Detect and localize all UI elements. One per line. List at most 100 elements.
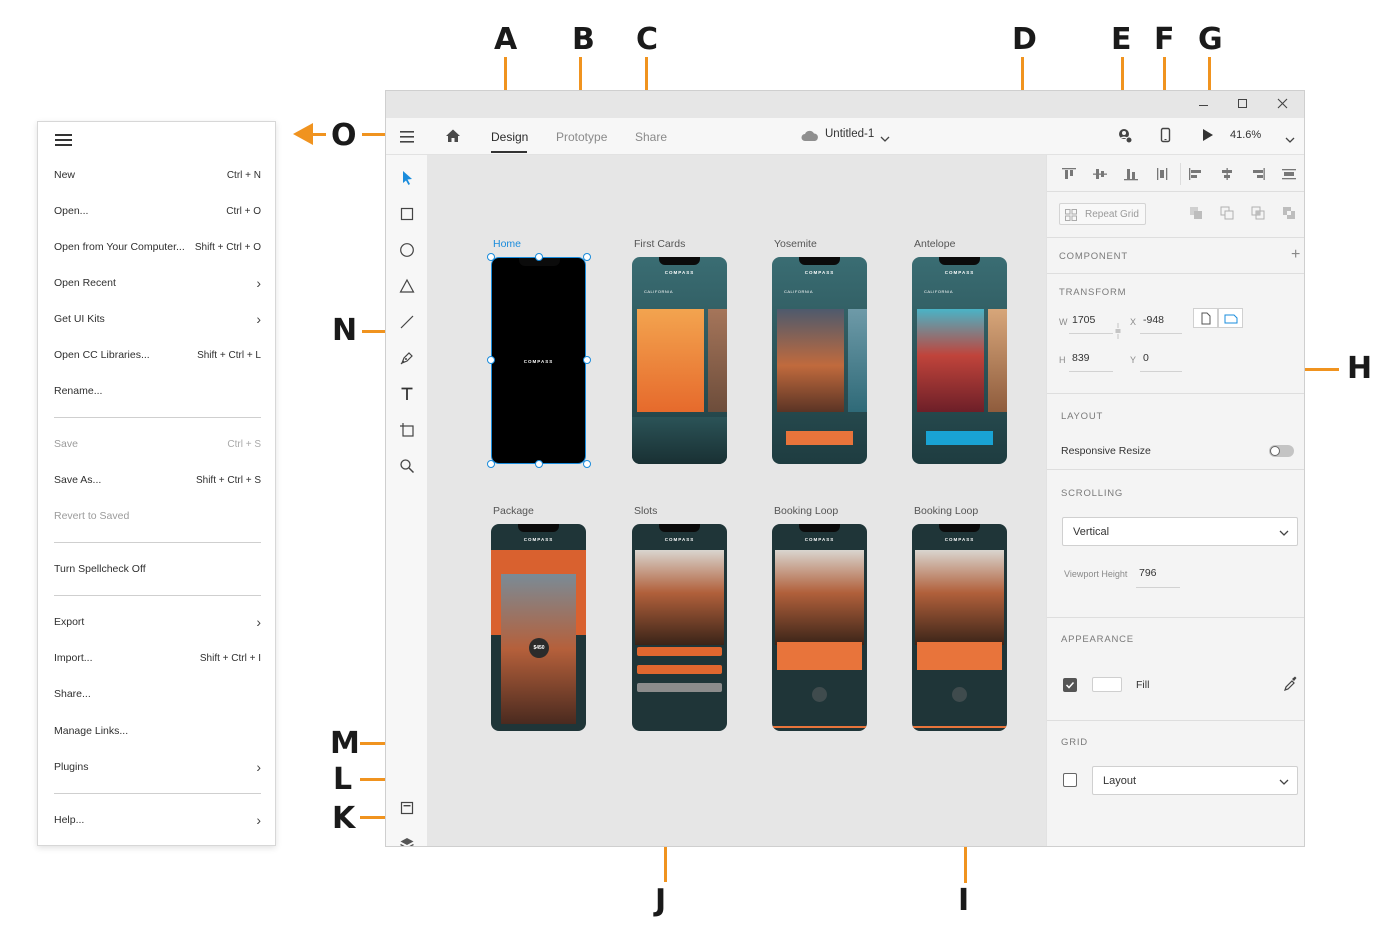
portrait-orientation-icon[interactable]	[1193, 308, 1218, 328]
menu-item-save-as[interactable]: Save As... Shift + Ctrl + S	[54, 470, 261, 490]
menu-item-new[interactable]: New Ctrl + N	[54, 165, 261, 185]
share-link-icon[interactable]	[1117, 128, 1133, 144]
menu-item-export[interactable]: Export ›	[54, 612, 261, 632]
menu-item-open-recent[interactable]: Open Recent ›	[54, 273, 261, 293]
artboard-yosemite[interactable]: COMPASS CALIFORNIA	[772, 257, 867, 464]
play-icon[interactable]	[1201, 128, 1215, 142]
align-bottom-icon[interactable]	[1123, 167, 1139, 186]
distribute-horizontal-icon[interactable]	[1281, 167, 1297, 186]
close-icon[interactable]	[1277, 97, 1289, 109]
rectangle-tool-icon[interactable]	[396, 203, 418, 225]
menu-item-rename[interactable]: Rename...	[54, 381, 261, 401]
align-right-icon[interactable]	[1250, 167, 1266, 186]
menu-label: Export	[54, 616, 85, 628]
artboard-booking-loop-2[interactable]: COMPASS	[912, 524, 1007, 731]
scrolling-select[interactable]: Vertical	[1062, 517, 1298, 546]
eyedropper-icon[interactable]	[1283, 676, 1297, 697]
artboard-slots[interactable]: COMPASS	[632, 524, 727, 731]
polygon-tool-icon[interactable]	[396, 275, 418, 297]
boolean-subtract-icon[interactable]	[1220, 206, 1234, 225]
artboard-label-booking-loop-2[interactable]: Booking Loop	[914, 505, 978, 517]
align-top-icon[interactable]	[1061, 167, 1077, 186]
maximize-icon[interactable]	[1237, 97, 1249, 109]
boolean-exclude-icon[interactable]	[1282, 206, 1296, 225]
minimize-icon[interactable]	[1198, 98, 1210, 110]
tab-share[interactable]: Share	[635, 130, 667, 144]
align-center-icon[interactable]	[1219, 167, 1235, 186]
align-left-icon[interactable]	[1188, 167, 1204, 186]
y-field[interactable]: 0	[1143, 352, 1149, 364]
fill-swatch[interactable]	[1092, 677, 1122, 692]
artboard-label-home[interactable]: Home	[493, 238, 521, 250]
selection-handle[interactable]	[487, 253, 495, 261]
landscape-orientation-icon[interactable]	[1218, 308, 1243, 328]
selection-handle[interactable]	[535, 460, 543, 468]
chevron-down-icon[interactable]	[880, 130, 890, 142]
selection-handle[interactable]	[583, 356, 591, 364]
menu-item-get-ui-kits[interactable]: Get UI Kits ›	[54, 309, 261, 329]
menu-item-open[interactable]: Open... Ctrl + O	[54, 201, 261, 221]
home-icon[interactable]	[445, 128, 461, 144]
lock-aspect-icon[interactable]	[1114, 322, 1122, 345]
repeat-grid-button[interactable]: Repeat Grid	[1059, 203, 1146, 225]
menu-item-plugins[interactable]: Plugins ›	[54, 757, 261, 777]
artboard-antelope[interactable]: COMPASS CALIFORNIA	[912, 257, 1007, 464]
line-tool-icon[interactable]	[396, 311, 418, 333]
select-tool-icon[interactable]	[396, 167, 418, 189]
text-tool-icon[interactable]	[396, 383, 418, 405]
selection-handle[interactable]	[535, 253, 543, 261]
boolean-intersect-icon[interactable]	[1251, 206, 1265, 225]
width-field[interactable]: 1705	[1072, 314, 1095, 326]
zoom-tool-icon[interactable]	[396, 455, 418, 477]
menu-item-help[interactable]: Help... ›	[54, 810, 261, 830]
fill-checkbox[interactable]	[1063, 678, 1077, 692]
ellipse-tool-icon[interactable]	[396, 239, 418, 261]
menu-item-save[interactable]: Save Ctrl + S	[54, 434, 261, 454]
selection-handle[interactable]	[583, 253, 591, 261]
boolean-add-icon[interactable]	[1189, 206, 1203, 225]
artboard-home[interactable]: COMPASS	[491, 257, 586, 464]
artboard-label-booking-loop[interactable]: Booking Loop	[774, 505, 838, 517]
hamburger-menu-icon[interactable]	[400, 130, 416, 144]
layers-panel-icon[interactable]	[396, 833, 418, 846]
responsive-resize-toggle[interactable]	[1269, 445, 1294, 457]
design-canvas[interactable]: Home First Cards Yosemite Antelope COMPA…	[428, 155, 1046, 846]
selection-handle[interactable]	[487, 460, 495, 468]
menu-item-spellcheck[interactable]: Turn Spellcheck Off	[54, 559, 261, 579]
artboard-tool-icon[interactable]	[396, 419, 418, 441]
x-field[interactable]: -948	[1143, 314, 1164, 326]
menu-divider	[54, 542, 261, 543]
tab-design[interactable]: Design	[491, 130, 528, 144]
zoom-level[interactable]: 41.6%	[1230, 129, 1261, 141]
menu-item-open-from-computer[interactable]: Open from Your Computer... Shift + Ctrl +…	[54, 237, 261, 257]
document-title[interactable]: Untitled-1	[825, 128, 874, 140]
artboard-label-slots[interactable]: Slots	[634, 505, 657, 517]
pen-tool-icon[interactable]	[396, 347, 418, 369]
artboard-label-antelope[interactable]: Antelope	[914, 238, 955, 250]
menu-item-manage-links[interactable]: Manage Links...	[54, 721, 261, 741]
grid-select[interactable]: Layout	[1092, 766, 1298, 795]
distribute-vertical-icon[interactable]	[1154, 167, 1170, 186]
menu-item-share[interactable]: Share...	[54, 684, 261, 704]
artboard-booking-loop[interactable]: COMPASS	[772, 524, 867, 731]
artboard-label-yosemite[interactable]: Yosemite	[774, 238, 817, 250]
menu-item-open-cc-libraries[interactable]: Open CC Libraries... Shift + Ctrl + L	[54, 345, 261, 365]
artboard-first-cards[interactable]: COMPASS CALIFORNIA	[632, 257, 727, 464]
device-preview-icon[interactable]	[1160, 127, 1172, 144]
height-field[interactable]: 839	[1072, 352, 1090, 364]
artboard-label-package[interactable]: Package	[493, 505, 534, 517]
tab-prototype[interactable]: Prototype	[556, 130, 607, 144]
artboard-label-first-cards[interactable]: First Cards	[634, 238, 685, 250]
selection-handle[interactable]	[583, 460, 591, 468]
menu-hamburger-icon[interactable]	[55, 133, 73, 147]
artboard-package[interactable]: COMPASS $450	[491, 524, 586, 731]
viewport-height-field[interactable]: 796	[1139, 567, 1157, 579]
align-middle-icon[interactable]	[1092, 167, 1108, 186]
menu-item-revert-to-saved[interactable]: Revert to Saved	[54, 506, 261, 526]
zoom-chevron-down-icon[interactable]	[1285, 131, 1295, 143]
grid-checkbox[interactable]	[1063, 773, 1077, 787]
add-component-icon[interactable]: +	[1291, 246, 1300, 264]
assets-panel-icon[interactable]	[396, 797, 418, 819]
selection-handle[interactable]	[487, 356, 495, 364]
menu-item-import[interactable]: Import... Shift + Ctrl + I	[54, 648, 261, 668]
